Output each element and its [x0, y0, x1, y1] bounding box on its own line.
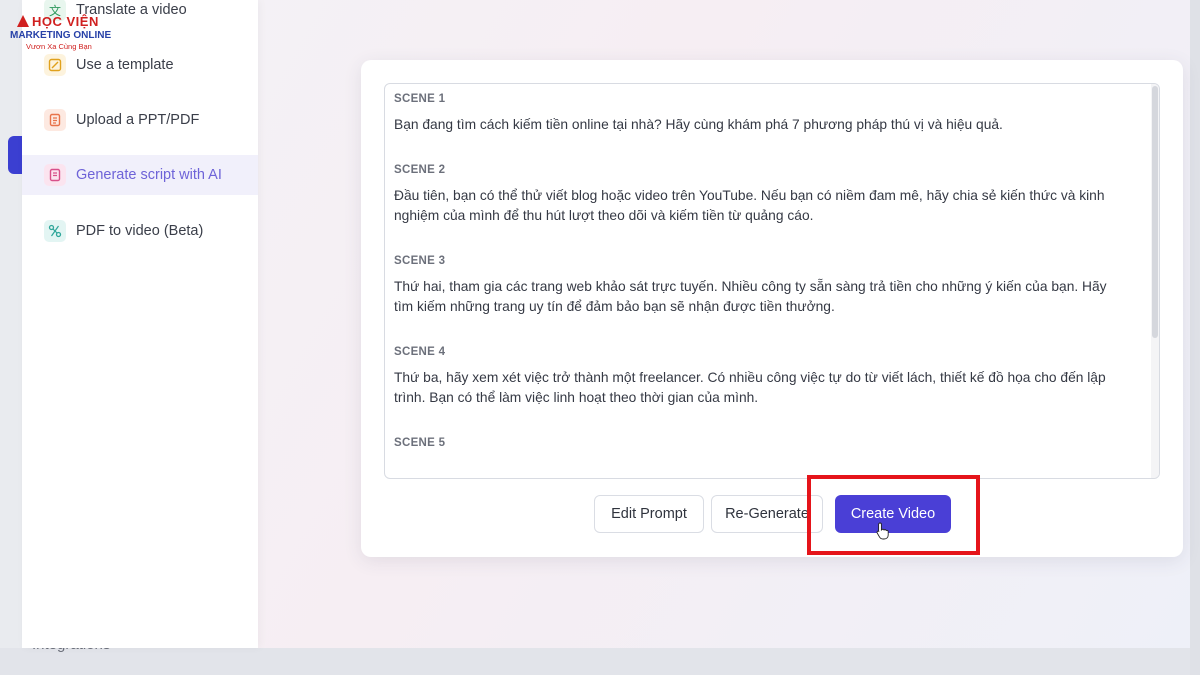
scene-block: SCENE 5	[394, 437, 1129, 449]
document-icon	[44, 109, 66, 131]
scene-text[interactable]: Bạn đang tìm cách kiếm tiền online tại n…	[394, 115, 1129, 135]
background-left-rail	[0, 0, 22, 675]
logo-title: HỌC VIỆN	[32, 14, 99, 29]
menu-item-pdf-to-video[interactable]: PDF to video (Beta)	[22, 211, 258, 251]
scene-block: SCENE 1 Bạn đang tìm cách kiếm tiền onli…	[394, 93, 1129, 135]
script-scrollbar[interactable]	[1151, 84, 1159, 478]
scene-label: SCENE 4	[394, 346, 446, 358]
ai-script-icon	[44, 164, 66, 186]
scene-block: SCENE 4 Thứ ba, hãy xem xét việc trở thà…	[394, 346, 1129, 408]
menu-item-label: Generate script with AI	[76, 167, 222, 183]
menu-item-label: PDF to video (Beta)	[76, 223, 204, 239]
scene-text[interactable]: Thứ hai, tham gia các trang web khảo sát…	[394, 277, 1129, 317]
script-scrollbar-thumb[interactable]	[1152, 86, 1158, 338]
hand-cursor-icon	[876, 522, 889, 540]
scene-text[interactable]: Đầu tiên, bạn có thể thử viết blog hoặc …	[394, 186, 1129, 226]
background-bottom-bar	[0, 648, 1200, 675]
script-editor[interactable]: SCENE 1 Bạn đang tìm cách kiếm tiền onli…	[384, 83, 1160, 479]
edit-prompt-button[interactable]: Edit Prompt	[594, 495, 704, 533]
template-icon	[44, 54, 66, 76]
pdf-video-icon	[44, 220, 66, 242]
logo-tagline: Vươn Xa Cùng Bạn	[26, 42, 92, 51]
menu-item-label: Upload a PPT/PDF	[76, 112, 200, 128]
scene-text[interactable]: Thứ ba, hãy xem xét việc trở thành một f…	[394, 368, 1129, 408]
logo-mark-icon	[17, 15, 29, 27]
menu-item-generate-script-ai[interactable]: Generate script with AI	[22, 155, 258, 195]
scene-label: SCENE 1	[394, 93, 446, 105]
scene-label: SCENE 2	[394, 164, 446, 176]
highlight-box	[807, 475, 980, 555]
create-menu-panel: 文 Translate a video Use a template Uploa…	[22, 0, 258, 648]
menu-item-upload-ppt-pdf[interactable]: Upload a PPT/PDF	[22, 100, 258, 140]
scene-block: SCENE 3 Thứ hai, tham gia các trang web …	[394, 255, 1129, 317]
script-modal: SCENE 1 Bạn đang tìm cách kiếm tiền onli…	[361, 60, 1183, 557]
menu-item-label: Use a template	[76, 57, 174, 73]
scene-label: SCENE 5	[394, 437, 446, 449]
background-rail-accent	[8, 136, 22, 174]
logo-subtitle: MARKETING ONLINE	[10, 30, 112, 41]
brand-logo: HỌC VIỆN MARKETING ONLINE Vươn Xa Cùng B…	[10, 12, 120, 52]
scene-block: SCENE 2 Đầu tiên, bạn có thể thử viết bl…	[394, 164, 1129, 226]
background-right-strip	[1190, 0, 1200, 675]
scene-label: SCENE 3	[394, 255, 446, 267]
